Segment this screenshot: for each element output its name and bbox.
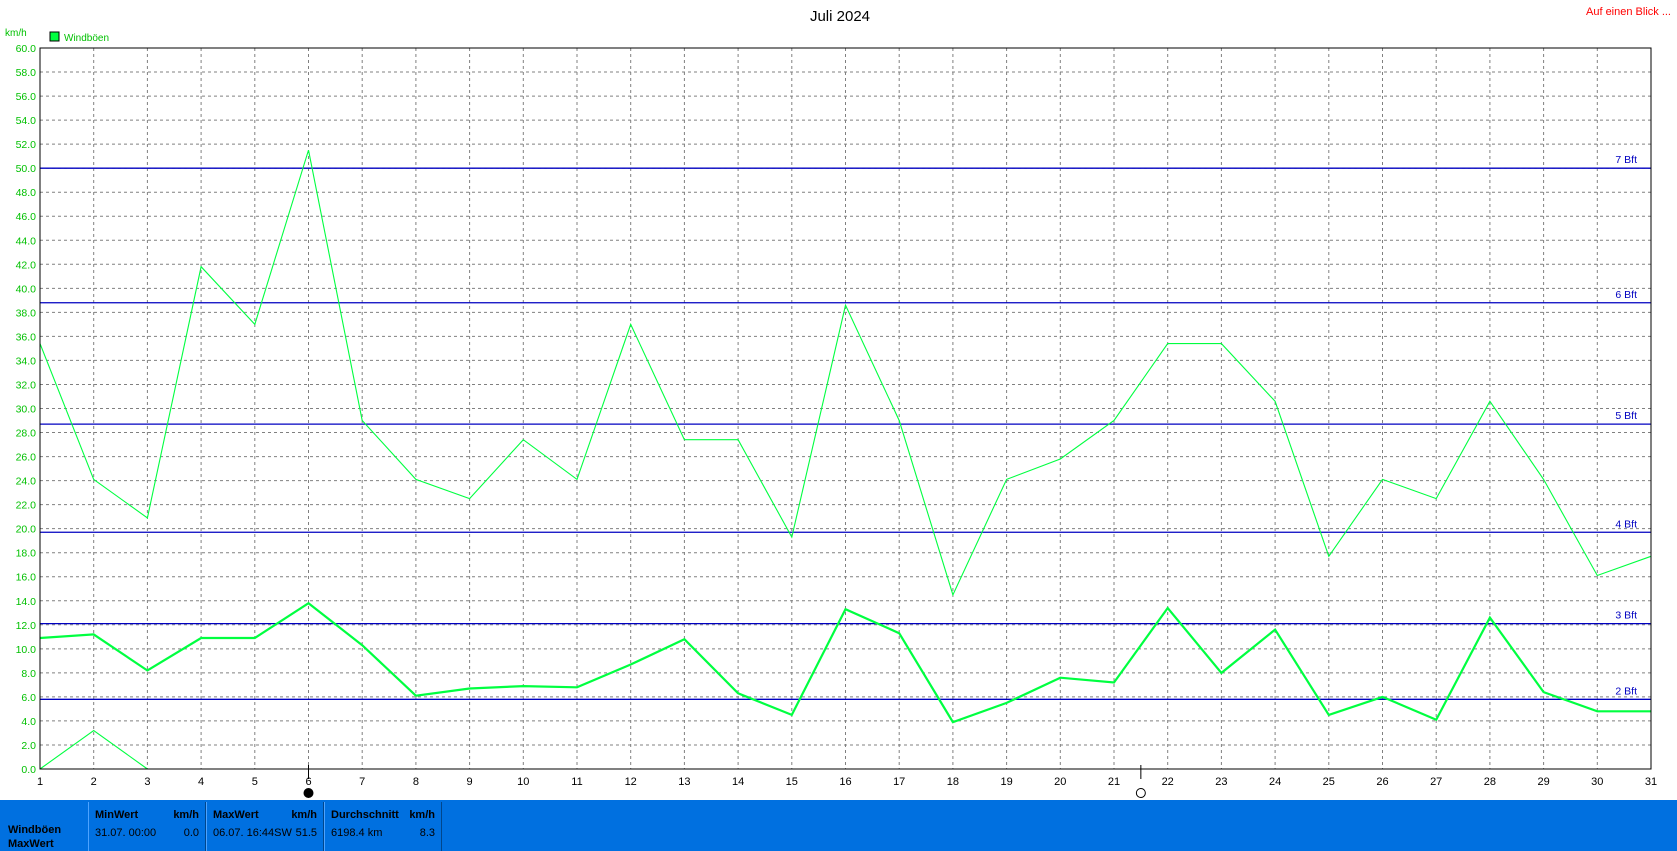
x-tick-label: 24 bbox=[1269, 776, 1281, 788]
y-tick-label: 4.0 bbox=[21, 716, 36, 728]
min-unit: km/h bbox=[173, 809, 199, 821]
x-tick-label: 16 bbox=[839, 776, 851, 788]
min-when: 31.07. 00:00 bbox=[95, 827, 157, 839]
x-tick-label: 4 bbox=[198, 776, 204, 788]
y-tick-label: 38.0 bbox=[16, 307, 37, 319]
full-moon-icon bbox=[1135, 788, 1146, 798]
average-box: Durchschnitt km/h 6198.4 km 8.3 bbox=[324, 802, 442, 851]
y-tick-label: 36.0 bbox=[16, 331, 37, 343]
y-tick-label: 22.0 bbox=[16, 500, 37, 512]
overview-link[interactable]: Auf einen Blick ... bbox=[1586, 6, 1671, 18]
y-tick-label: 32.0 bbox=[16, 379, 37, 391]
y-tick-label: 50.0 bbox=[16, 163, 37, 175]
y-tick-label: 60.0 bbox=[16, 43, 37, 55]
y-tick-label: 28.0 bbox=[16, 428, 37, 440]
x-tick-label: 12 bbox=[625, 776, 637, 788]
y-tick-label: 14.0 bbox=[16, 596, 37, 608]
max-unit: km/h bbox=[291, 809, 317, 821]
y-tick-label: 10.0 bbox=[16, 644, 37, 656]
y-tick-label: 30.0 bbox=[16, 404, 37, 416]
x-tick-label: 29 bbox=[1537, 776, 1549, 788]
wind-gust-chart: Juli 2024 Auf einen Blick ... km/h Windb… bbox=[5, 6, 1671, 798]
avg-unit: km/h bbox=[409, 809, 435, 821]
beaufort-label: 5 Bft bbox=[1615, 410, 1637, 422]
x-tick-label: 22 bbox=[1162, 776, 1174, 788]
y-tick-label: 46.0 bbox=[16, 211, 37, 223]
x-tick-label: 26 bbox=[1376, 776, 1388, 788]
x-tick-label: 14 bbox=[732, 776, 744, 788]
avg-value: 8.3 bbox=[419, 827, 435, 839]
x-tick-label: 2 bbox=[91, 776, 97, 788]
y-tick-label: 2.0 bbox=[21, 740, 36, 752]
legend-label: Windböen bbox=[64, 33, 109, 44]
min-value: 0.0 bbox=[183, 827, 199, 839]
x-tick-label: 31 bbox=[1645, 776, 1657, 788]
max-head: MaxWert bbox=[213, 809, 259, 821]
x-tick-label: 10 bbox=[517, 776, 529, 788]
y-tick-label: 8.0 bbox=[21, 668, 36, 680]
x-tick-label: 21 bbox=[1108, 776, 1120, 788]
x-tick-label: 27 bbox=[1430, 776, 1442, 788]
y-tick-label: 44.0 bbox=[16, 235, 37, 247]
min-value-box: MinWert km/h 31.07. 00:00 0.0 bbox=[88, 802, 206, 851]
x-tick-label: 18 bbox=[947, 776, 959, 788]
max-value: 51.5 bbox=[295, 827, 317, 839]
legend-swatch bbox=[49, 31, 60, 42]
y-tick-label: 40.0 bbox=[16, 283, 37, 295]
beaufort-label: 4 Bft bbox=[1615, 518, 1637, 530]
grid bbox=[40, 48, 1651, 769]
min-head: MinWert bbox=[95, 809, 139, 821]
y-tick-label: 34.0 bbox=[16, 355, 37, 367]
y-tick-label: 12.0 bbox=[16, 620, 37, 632]
stats-bar: Windböen MaxWert MinWert km/h 31.07. 00:0… bbox=[0, 800, 1677, 851]
y-tick-label: 52.0 bbox=[16, 139, 37, 151]
avg-when: 6198.4 km bbox=[331, 827, 383, 839]
beaufort-label: 3 Bft bbox=[1615, 610, 1637, 622]
y-tick-label: 18.0 bbox=[16, 548, 37, 560]
beaufort-label: 7 Bft bbox=[1615, 154, 1637, 166]
row-label-maxwert: MaxWert bbox=[8, 838, 54, 850]
avg-head: Durchschnitt bbox=[331, 809, 399, 821]
y-tick-label: 56.0 bbox=[16, 91, 37, 103]
y-tick-label: 54.0 bbox=[16, 115, 37, 127]
x-tick-label: 7 bbox=[359, 776, 365, 788]
x-tick-label: 23 bbox=[1215, 776, 1227, 788]
beaufort-label: 2 Bft bbox=[1615, 685, 1637, 697]
y-tick-label: 0.0 bbox=[21, 764, 36, 776]
x-tick-label: 30 bbox=[1591, 776, 1603, 788]
x-tick-label: 25 bbox=[1323, 776, 1335, 788]
new-moon-icon bbox=[303, 788, 314, 798]
x-tick-label: 8 bbox=[413, 776, 419, 788]
y-tick-label: 48.0 bbox=[16, 187, 37, 199]
x-tick-label: 19 bbox=[1000, 776, 1012, 788]
y-tick-label: 20.0 bbox=[16, 524, 37, 536]
x-tick-label: 17 bbox=[893, 776, 905, 788]
y-tick-label: 58.0 bbox=[16, 67, 37, 79]
y-tick-label: 26.0 bbox=[16, 452, 37, 464]
max-when: 06.07. 16:44SW bbox=[213, 827, 292, 839]
y-tick-label: 24.0 bbox=[16, 476, 37, 488]
y-tick-label: 6.0 bbox=[21, 692, 36, 704]
x-tick-label: 5 bbox=[252, 776, 258, 788]
x-tick-label: 13 bbox=[678, 776, 690, 788]
x-tick-label: 15 bbox=[786, 776, 798, 788]
x-tick-label: 9 bbox=[467, 776, 473, 788]
x-tick-label: 11 bbox=[571, 776, 582, 788]
y-tick-label: 16.0 bbox=[16, 572, 37, 584]
x-tick-label: 28 bbox=[1484, 776, 1496, 788]
x-tick-label: 3 bbox=[144, 776, 150, 788]
max-value-box: MaxWert km/h 06.07. 16:44SW 51.5 bbox=[206, 802, 324, 851]
y-axis-unit: km/h bbox=[5, 28, 27, 39]
beaufort-label: 6 Bft bbox=[1615, 289, 1637, 301]
x-tick-label: 1 bbox=[37, 776, 43, 788]
x-tick-label: 20 bbox=[1054, 776, 1066, 788]
row-label-windboeen: Windböen bbox=[8, 824, 62, 836]
y-tick-label: 42.0 bbox=[16, 259, 37, 271]
chart-title: Juli 2024 bbox=[810, 8, 870, 25]
